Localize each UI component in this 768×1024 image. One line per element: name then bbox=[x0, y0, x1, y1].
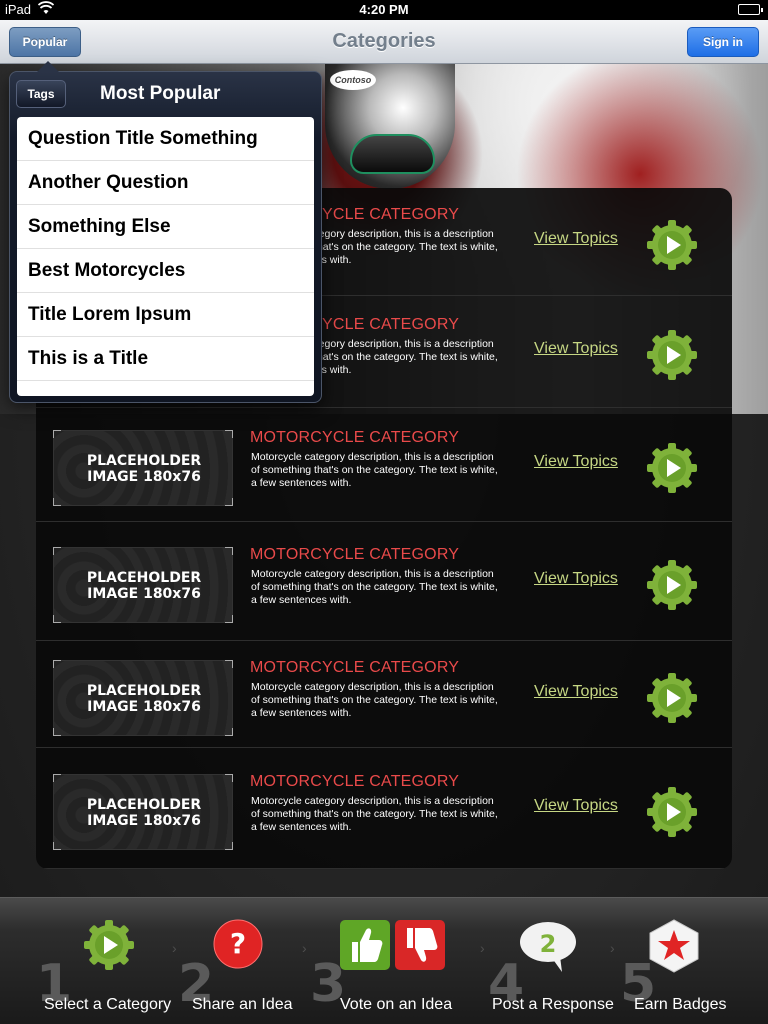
category-description: Motorcycle category description, this is… bbox=[251, 451, 498, 489]
page-title: Categories bbox=[332, 30, 436, 52]
view-topics-link[interactable]: View Topics bbox=[534, 340, 618, 358]
placeholder-text: PLACEHOLDERIMAGE 180x76 bbox=[86, 682, 202, 715]
list-item[interactable]: This is a Title bbox=[17, 337, 314, 381]
category-title: MOTORCYCLE CATEGORY bbox=[250, 772, 460, 790]
go-arrow-icon[interactable] bbox=[645, 328, 699, 382]
status-bar: iPad 4:20 PM bbox=[0, 0, 768, 20]
category-description: Motorcycle category description, this is… bbox=[251, 794, 498, 833]
helmet-decal: Contoso bbox=[330, 70, 376, 90]
step-label: Share an Idea bbox=[192, 996, 293, 1013]
question-icon: ? bbox=[212, 918, 264, 975]
clock: 4:20 PM bbox=[359, 2, 409, 17]
step-label: Vote on an Idea bbox=[340, 996, 453, 1013]
separator: › bbox=[610, 940, 615, 956]
navigation-bar: Popular Categories Sign in bbox=[0, 20, 768, 64]
list-item[interactable]: Question Title Something bbox=[17, 117, 314, 161]
popover-title: Most Popular bbox=[100, 83, 221, 104]
step-share-idea[interactable]: 2 ? Share an Idea bbox=[178, 898, 308, 1024]
battery-icon bbox=[738, 4, 763, 15]
list-item[interactable]: Something Else bbox=[17, 205, 314, 249]
list-item[interactable]: Best Motorcycles bbox=[17, 249, 314, 293]
category-row[interactable]: PLACEHOLDERIMAGE 180x76 MOTORCYCLE CATEGO… bbox=[36, 408, 732, 522]
placeholder-text: PLACEHOLDERIMAGE 180x76 bbox=[86, 453, 202, 485]
category-row[interactable]: PLACEHOLDERIMAGE 180x76 MOTORCYCLE CATEGO… bbox=[36, 522, 732, 641]
go-arrow-icon[interactable] bbox=[645, 558, 699, 612]
svg-text:?: ? bbox=[230, 927, 246, 960]
list-item[interactable]: Another Question bbox=[17, 161, 314, 205]
go-arrow-icon[interactable] bbox=[645, 218, 699, 272]
category-description: Motorcycle category description, this is… bbox=[251, 680, 498, 719]
go-arrow-icon[interactable] bbox=[645, 785, 699, 839]
step-post-response[interactable]: 4 2 Post a Response bbox=[488, 898, 618, 1024]
popular-questions-list: Question Title Something Another Questio… bbox=[17, 117, 314, 396]
star-badge-icon bbox=[648, 918, 700, 979]
separator: › bbox=[172, 940, 177, 956]
category-row[interactable]: PLACEHOLDERIMAGE 180x76 MOTORCYCLE CATEGO… bbox=[36, 748, 732, 869]
go-arrow-icon[interactable] bbox=[645, 441, 699, 495]
category-row[interactable]: PLACEHOLDERIMAGE 180x76 MOTORCYCLE CATEGO… bbox=[36, 641, 732, 748]
step-select-category[interactable]: 1 Select a Category bbox=[36, 898, 176, 1024]
view-topics-link[interactable]: View Topics bbox=[534, 230, 618, 248]
svg-text:2: 2 bbox=[540, 930, 557, 958]
step-label: Post a Response bbox=[492, 996, 614, 1013]
view-topics-link[interactable]: View Topics bbox=[534, 453, 618, 471]
thumbs-up-down-icon bbox=[338, 918, 448, 977]
placeholder-text: PLACEHOLDERIMAGE 180x76 bbox=[86, 796, 202, 829]
view-topics-link[interactable]: View Topics bbox=[534, 570, 618, 588]
separator: › bbox=[480, 940, 485, 956]
placeholder-image: PLACEHOLDERIMAGE 180x76 bbox=[53, 546, 233, 623]
placeholder-text: PLACEHOLDERIMAGE 180x76 bbox=[86, 569, 202, 602]
list-item[interactable]: Title Lorem Ipsum bbox=[17, 293, 314, 337]
steps-bar: 1 Select a Category › 2 ? Share an Idea … bbox=[0, 897, 768, 1024]
speech-bubble-icon: 2 bbox=[518, 918, 578, 979]
most-popular-popover: Tags Most Popular Question Title Somethi… bbox=[9, 61, 322, 403]
sign-in-button[interactable]: Sign in bbox=[687, 27, 759, 57]
view-topics-link[interactable]: View Topics bbox=[534, 683, 618, 701]
category-title: MOTORCYCLE CATEGORY bbox=[250, 658, 460, 676]
tags-button[interactable]: Tags bbox=[16, 80, 66, 108]
step-label: Earn Badges bbox=[634, 996, 727, 1013]
play-gear-icon bbox=[82, 918, 136, 977]
category-title: MOTORCYCLE CATEGORY bbox=[250, 429, 460, 446]
visor-graphic bbox=[350, 134, 435, 174]
placeholder-image: PLACEHOLDERIMAGE 180x76 bbox=[53, 773, 233, 850]
go-arrow-icon[interactable] bbox=[645, 671, 699, 725]
step-label: Select a Category bbox=[44, 996, 172, 1013]
step-earn-badges[interactable]: 5 Earn Badges bbox=[620, 898, 740, 1024]
placeholder-image: PLACEHOLDERIMAGE 180x76 bbox=[53, 430, 233, 506]
popover-arrow bbox=[37, 61, 59, 72]
view-topics-link[interactable]: View Topics bbox=[534, 797, 618, 815]
step-vote-idea[interactable]: 3 Vote on an Idea bbox=[310, 898, 470, 1024]
separator: › bbox=[302, 940, 307, 956]
category-title: MOTORCYCLE CATEGORY bbox=[250, 545, 460, 563]
placeholder-image: PLACEHOLDERIMAGE 180x76 bbox=[53, 659, 233, 736]
category-description: Motorcycle category description, this is… bbox=[251, 567, 498, 606]
